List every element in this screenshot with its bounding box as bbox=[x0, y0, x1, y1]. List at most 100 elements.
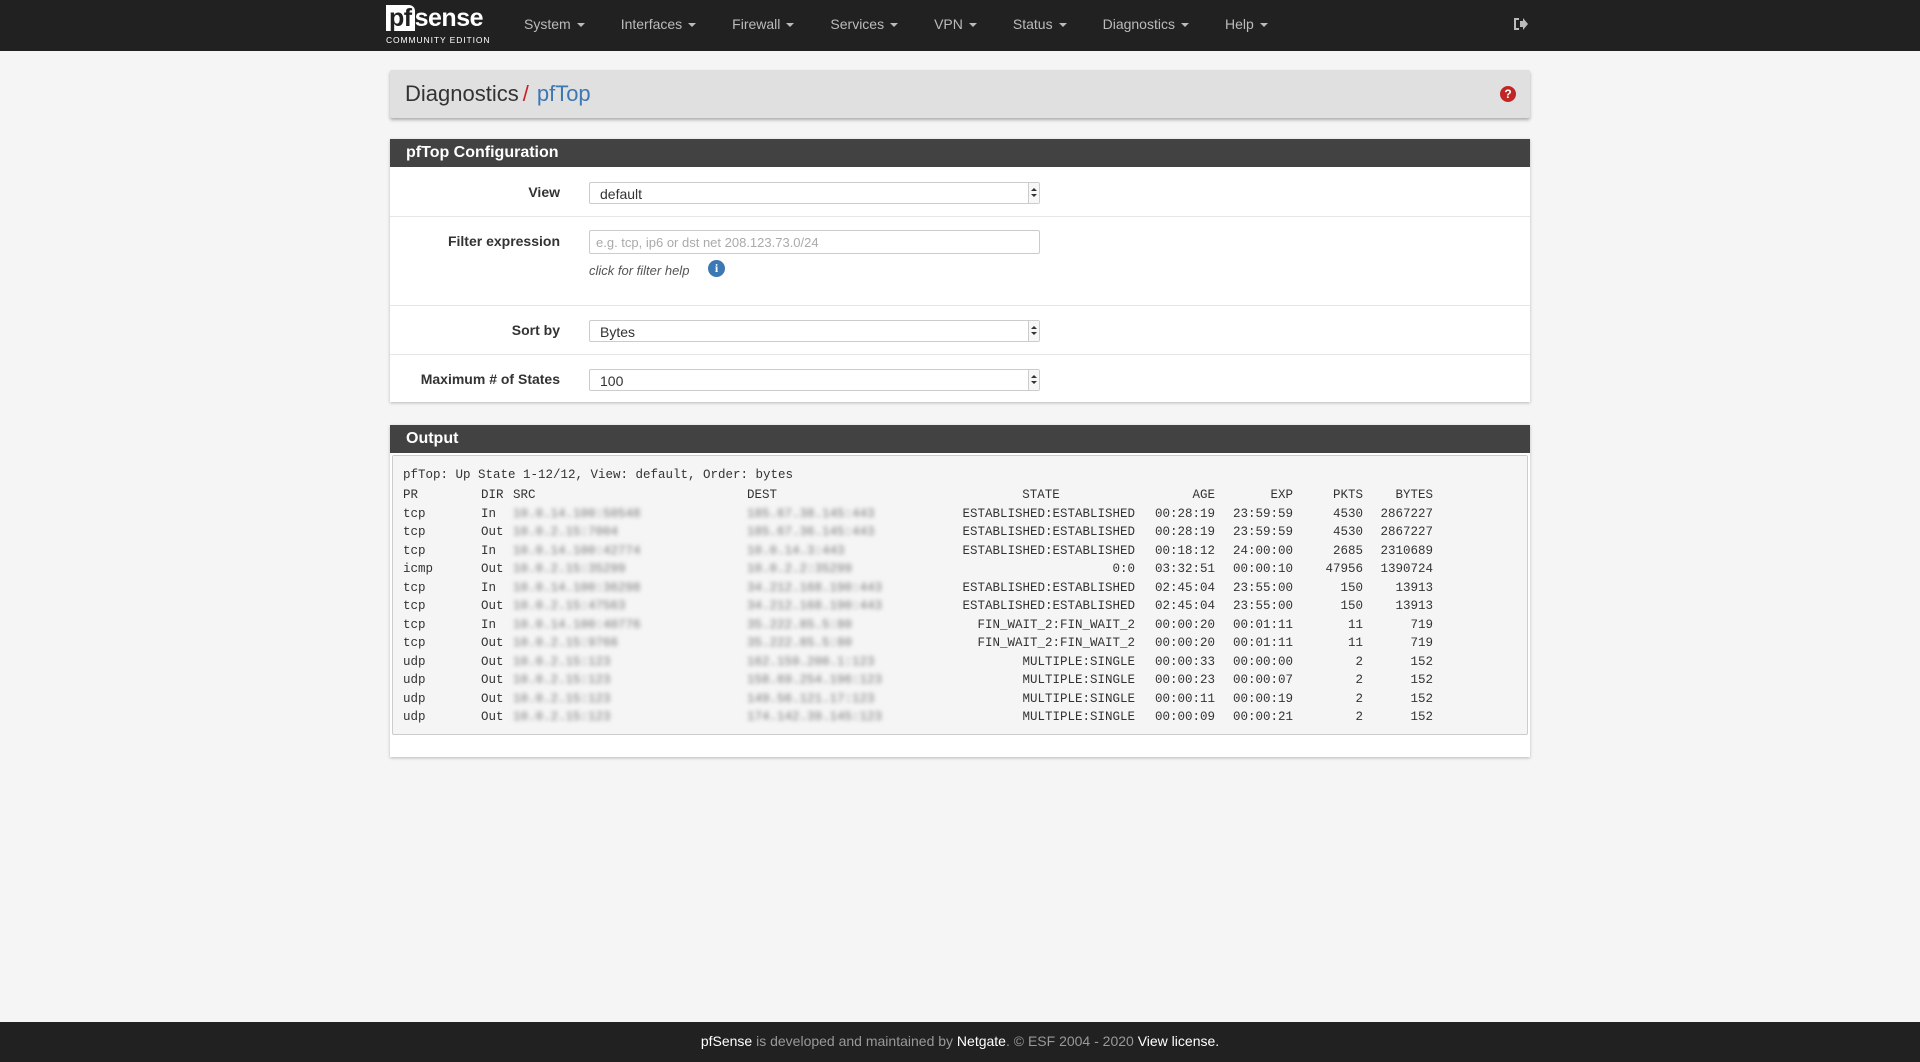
col-state: STATE bbox=[1022, 488, 1060, 503]
cell-age: 00:18:12 bbox=[1154, 543, 1215, 558]
cell-pkts: 11 bbox=[1347, 617, 1363, 632]
footer-text: is developed and maintained by bbox=[752, 1033, 957, 1049]
menu-label: Help bbox=[1224, 16, 1254, 32]
cell-dest: 149.56.121.17:123 bbox=[747, 691, 875, 706]
cell-age: 00:00:23 bbox=[1154, 673, 1215, 688]
question-circle-icon[interactable]: ? bbox=[1500, 86, 1516, 102]
caret-down-icon bbox=[786, 23, 795, 28]
cell-src: 10.0.2.15:123 bbox=[513, 673, 611, 688]
sign-out-icon[interactable] bbox=[1512, 16, 1530, 34]
cell-bytes: 13913 bbox=[1395, 599, 1433, 614]
cell-age: 00:00:20 bbox=[1154, 617, 1215, 632]
pftop-state-table: PR DIR SRC DEST STATE AGE EXP PKTS BYTES… bbox=[403, 486, 1433, 727]
caret-down-icon bbox=[890, 23, 899, 28]
cell-src: 10.0.2.15:123 bbox=[513, 654, 611, 669]
cell-dest: 10.0.14.3:443 bbox=[747, 543, 845, 558]
cell-dest: 158.69.254.196:123 bbox=[747, 673, 883, 688]
cell-src: 10.0.2.15:123 bbox=[513, 710, 611, 725]
table-row: icmp Out 10.0.2.15:35299 10.0.2.2:35299 0:0 0… bbox=[403, 560, 1433, 579]
info-circle-icon[interactable]: i bbox=[708, 260, 725, 277]
cell-dest: 34.212.168.190:443 bbox=[747, 599, 883, 614]
cell-src: 10.0.14.100:36298 bbox=[513, 580, 641, 595]
table-row: tcp Out 10.0.2.15:7004 185.67.36.145:443 EST… bbox=[403, 523, 1433, 542]
maximum-states-select-value: 100 bbox=[600, 373, 624, 389]
view-label: View bbox=[528, 184, 560, 200]
menu-diagnostics[interactable]: Diagnostics bbox=[1085, 0, 1207, 51]
view-select-value: default bbox=[600, 186, 643, 202]
panel-title: Output bbox=[390, 425, 1530, 453]
footer-copyright: . © ESF 2004 - 2020 bbox=[1005, 1033, 1138, 1049]
select-arrows-icon bbox=[1028, 321, 1039, 341]
maximum-states-select[interactable]: 100 bbox=[589, 369, 1040, 391]
view-license-link[interactable]: View license. bbox=[1138, 1033, 1219, 1049]
cell-dest: 10.0.2.2:35299 bbox=[747, 562, 853, 577]
cell-bytes: 719 bbox=[1410, 636, 1433, 651]
table-header-row: PR DIR SRC DEST STATE AGE EXP PKTS BYTES bbox=[403, 486, 1433, 505]
menu-status[interactable]: Status bbox=[995, 0, 1085, 51]
breadcrumb-pftop[interactable]: pfTop bbox=[537, 81, 591, 106]
cell-dir: In bbox=[481, 580, 497, 595]
cell-dir: Out bbox=[481, 673, 504, 688]
caret-down-icon bbox=[576, 23, 585, 28]
netgate-link[interactable]: Netgate bbox=[957, 1033, 1006, 1049]
cell-dir: In bbox=[481, 543, 497, 558]
menu-services[interactable]: Services bbox=[812, 0, 916, 51]
sort-by-select[interactable]: Bytes bbox=[589, 320, 1040, 342]
cell-dir: Out bbox=[481, 562, 504, 577]
cell-pr: udp bbox=[403, 673, 426, 688]
cell-dir: In bbox=[481, 506, 497, 521]
menu-help[interactable]: Help bbox=[1207, 0, 1286, 51]
cell-age: 00:00:11 bbox=[1154, 691, 1215, 706]
cell-dir: Out bbox=[481, 599, 504, 614]
cell-exp: 00:00:00 bbox=[1232, 654, 1293, 669]
cell-bytes: 2310689 bbox=[1380, 543, 1433, 558]
col-bytes: BYTES bbox=[1395, 488, 1433, 503]
pftop-status-line: pfTop: Up State 1-12/12, View: default, … bbox=[403, 468, 794, 482]
cell-state: MULTIPLE:SINGLE bbox=[1022, 673, 1135, 688]
cell-age: 00:28:19 bbox=[1154, 506, 1215, 521]
cell-pr: tcp bbox=[403, 599, 426, 614]
table-row: tcp Out 10.0.2.15:47563 34.212.168.190:443 E… bbox=[403, 597, 1433, 616]
table-row: tcp Out 10.0.2.15:9766 35.222.85.5:80 FIN_WA… bbox=[403, 634, 1433, 653]
cell-age: 00:00:33 bbox=[1154, 654, 1215, 669]
cell-pr: tcp bbox=[403, 506, 426, 521]
menu-vpn[interactable]: VPN bbox=[916, 0, 995, 51]
cell-pr: tcp bbox=[403, 580, 426, 595]
menu-label: System bbox=[524, 16, 571, 32]
cell-exp: 00:01:11 bbox=[1232, 617, 1293, 632]
cell-src: 10.0.14.100:40776 bbox=[513, 617, 641, 632]
menu-label: Firewall bbox=[732, 16, 781, 32]
cell-dir: Out bbox=[481, 525, 504, 540]
cell-pr: udp bbox=[403, 691, 426, 706]
select-arrows-icon bbox=[1028, 183, 1039, 203]
cell-src: 10.0.2.15:9766 bbox=[513, 636, 619, 651]
cell-bytes: 2867227 bbox=[1380, 506, 1433, 521]
menu-system[interactable]: System bbox=[506, 0, 603, 51]
page-header: Diagnostics / pfTop ? bbox=[390, 70, 1530, 118]
col-src: SRC bbox=[513, 488, 536, 503]
cell-dest: 185.67.36.145:443 bbox=[747, 525, 875, 540]
menu-firewall[interactable]: Firewall bbox=[714, 0, 812, 51]
divider bbox=[390, 305, 1530, 306]
main-menu: System Interfaces Firewall Services VPN … bbox=[506, 0, 1286, 51]
filter-help-link[interactable]: click for filter help bbox=[589, 263, 689, 278]
cell-pr: tcp bbox=[403, 525, 426, 540]
pfsense-logo[interactable]: pf sense COMMUNITY EDITION bbox=[386, 5, 492, 47]
table-row: udp Out 10.0.2.15:123 149.56.121.17:123 MULT… bbox=[403, 690, 1433, 709]
view-select[interactable]: default bbox=[589, 182, 1040, 204]
col-pkts: PKTS bbox=[1332, 488, 1363, 503]
cell-dir: In bbox=[481, 617, 497, 632]
cell-age: 02:45:04 bbox=[1154, 599, 1215, 614]
caret-down-icon bbox=[968, 23, 977, 28]
breadcrumb-diagnostics[interactable]: Diagnostics bbox=[405, 81, 519, 106]
table-row: udp Out 10.0.2.15:123 162.159.200.1:123 MULT… bbox=[403, 653, 1433, 672]
filter-expression-input[interactable] bbox=[589, 230, 1040, 254]
panel-title: pfTop Configuration bbox=[390, 139, 1530, 167]
menu-interfaces[interactable]: Interfaces bbox=[603, 0, 714, 51]
cell-pr: udp bbox=[403, 654, 426, 669]
cell-state: 0:0 bbox=[1112, 562, 1135, 577]
cell-state: MULTIPLE:SINGLE bbox=[1022, 654, 1135, 669]
cell-state: ESTABLISHED:ESTABLISHED bbox=[962, 599, 1135, 614]
breadcrumb-separator: / bbox=[522, 81, 529, 106]
cell-age: 00:28:19 bbox=[1154, 525, 1215, 540]
